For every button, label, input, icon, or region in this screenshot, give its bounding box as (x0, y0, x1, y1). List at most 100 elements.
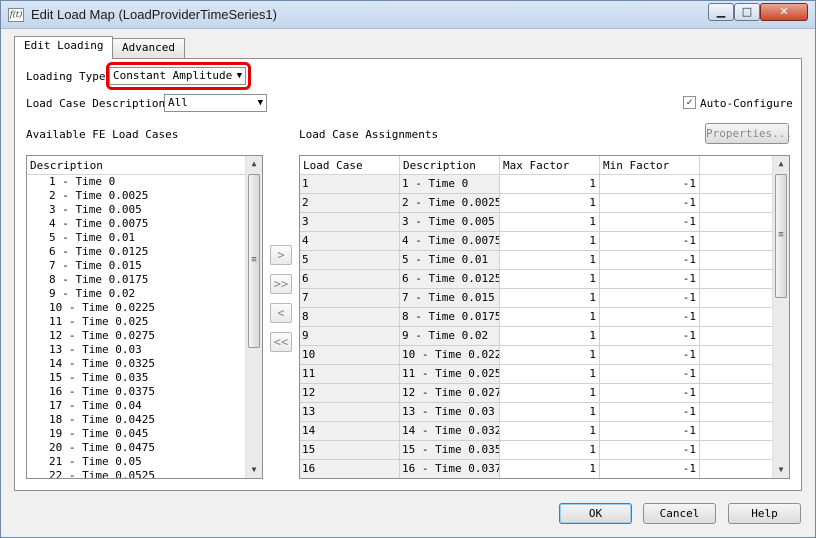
column-header-load-case[interactable]: Load Case (300, 156, 400, 175)
scroll-thumb[interactable]: ≡ (775, 174, 787, 298)
minimize-button[interactable]: ▁ (708, 3, 734, 21)
ok-button[interactable]: OK (559, 503, 632, 524)
remove-all-button[interactable]: << (270, 332, 292, 352)
table-row[interactable]: 10 10 - Time 0.0225 1 -1 (300, 346, 773, 365)
title-bar[interactable]: f(t) Edit Load Map (LoadProviderTimeSeri… (1, 1, 815, 29)
available-load-cases-list[interactable]: Description 1 - Time 02 - Time 0.0025 3 -… (26, 155, 263, 479)
cell-min-factor[interactable]: -1 (600, 403, 700, 422)
table-row[interactable]: 55 - Time 0.01 1 -1 (300, 251, 773, 270)
column-header-max-factor[interactable]: Max Factor (500, 156, 600, 175)
table-row[interactable]: 44 - Time 0.0075 1 -1 (300, 232, 773, 251)
cell-min-factor[interactable]: -1 (600, 308, 700, 327)
cell-min-factor[interactable]: -1 (600, 194, 700, 213)
scroll-up-icon[interactable]: ▲ (773, 156, 789, 172)
cell-min-factor[interactable]: -1 (600, 327, 700, 346)
load-case-assignments-grid[interactable]: Load Case Description Max Factor Min Fac… (299, 155, 790, 479)
column-header-description[interactable]: Description (400, 156, 500, 175)
list-item[interactable]: 7 - Time 0.015 (27, 259, 246, 273)
cell-max-factor[interactable]: 1 (500, 327, 600, 346)
list-item[interactable]: 21 - Time 0.05 (27, 455, 246, 469)
cell-max-factor[interactable]: 1 (500, 251, 600, 270)
available-list-scrollbar[interactable]: ▲ ≡ ▼ (245, 156, 262, 478)
cell-min-factor[interactable]: -1 (600, 232, 700, 251)
add-all-button[interactable]: >> (270, 274, 292, 294)
scroll-up-icon[interactable]: ▲ (246, 156, 262, 172)
cell-min-factor[interactable]: -1 (600, 213, 700, 232)
list-item[interactable]: 10 - Time 0.0225 (27, 301, 246, 315)
table-row[interactable]: 14 14 - Time 0.0325 1 -1 (300, 422, 773, 441)
table-row[interactable]: 11 - Time 0 1 -1 (300, 175, 773, 194)
list-item[interactable]: 4 - Time 0.0075 (27, 217, 246, 231)
list-header-description[interactable]: Description (27, 156, 246, 175)
auto-configure-checkbox[interactable]: ✓ (683, 96, 696, 109)
cell-min-factor[interactable]: -1 (600, 365, 700, 384)
tab-advanced[interactable]: Advanced (112, 38, 185, 58)
cell-max-factor[interactable]: 1 (500, 403, 600, 422)
cell-max-factor[interactable]: 1 (500, 346, 600, 365)
table-row[interactable]: 99 - Time 0.02 1 -1 (300, 327, 773, 346)
cell-max-factor[interactable]: 1 (500, 308, 600, 327)
cell-max-factor[interactable]: 1 (500, 441, 600, 460)
remove-selected-button[interactable]: < (270, 303, 292, 323)
cell-min-factor[interactable]: -1 (600, 175, 700, 194)
cell-max-factor[interactable]: 1 (500, 194, 600, 213)
list-item[interactable]: 1 - Time 0 (27, 175, 246, 189)
scroll-down-icon[interactable]: ▼ (773, 462, 789, 478)
list-item[interactable]: 20 - Time 0.0475 (27, 441, 246, 455)
table-row[interactable]: 22 - Time 0.0025 1 -1 (300, 194, 773, 213)
scroll-down-icon[interactable]: ▼ (246, 462, 262, 478)
cell-max-factor[interactable]: 1 (500, 365, 600, 384)
cell-max-factor[interactable]: 1 (500, 213, 600, 232)
help-button[interactable]: Help (728, 503, 801, 524)
tab-edit-loading[interactable]: Edit Loading (14, 36, 114, 59)
cell-max-factor[interactable]: 1 (500, 422, 600, 441)
table-row[interactable]: 66 - Time 0.0125 1 -1 (300, 270, 773, 289)
list-item[interactable]: 9 - Time 0.02 (27, 287, 246, 301)
cancel-button[interactable]: Cancel (643, 503, 716, 524)
cell-max-factor[interactable]: 1 (500, 460, 600, 478)
list-item[interactable]: 22 - Time 0.0525 (27, 469, 246, 478)
cell-min-factor[interactable]: -1 (600, 384, 700, 403)
cell-max-factor[interactable]: 1 (500, 270, 600, 289)
properties-button[interactable]: Properties... (705, 123, 792, 144)
cell-min-factor[interactable]: -1 (600, 289, 700, 308)
list-item[interactable]: 6 - Time 0.0125 (27, 245, 246, 259)
list-item[interactable]: 13 - Time 0.03 (27, 343, 246, 357)
close-button[interactable]: ✕ (760, 3, 808, 21)
table-row[interactable]: 77 - Time 0.015 1 -1 (300, 289, 773, 308)
cell-min-factor[interactable]: -1 (600, 251, 700, 270)
table-row[interactable]: 15 15 - Time 0.035 1 -1 (300, 441, 773, 460)
cell-max-factor[interactable]: 1 (500, 289, 600, 308)
list-item[interactable]: 19 - Time 0.045 (27, 427, 246, 441)
table-row[interactable]: 88 - Time 0.0175 1 -1 (300, 308, 773, 327)
cell-max-factor[interactable]: 1 (500, 384, 600, 403)
cell-max-factor[interactable]: 1 (500, 232, 600, 251)
load-case-descriptions-select[interactable]: All ▼ (164, 94, 267, 112)
table-row[interactable]: 13 13 - Time 0.03 1 -1 (300, 403, 773, 422)
list-item[interactable]: 12 - Time 0.0275 (27, 329, 246, 343)
list-item[interactable]: 14 - Time 0.0325 (27, 357, 246, 371)
list-item[interactable]: 5 - Time 0.01 (27, 231, 246, 245)
list-item[interactable]: 15 - Time 0.035 (27, 371, 246, 385)
list-item[interactable]: 17 - Time 0.04 (27, 399, 246, 413)
column-header-min-factor[interactable]: Min Factor (600, 156, 700, 175)
add-selected-button[interactable]: > (270, 245, 292, 265)
cell-min-factor[interactable]: -1 (600, 270, 700, 289)
list-item[interactable]: 16 - Time 0.0375 (27, 385, 246, 399)
table-row[interactable]: 16 16 - Time 0.0375 1 -1 (300, 460, 773, 478)
cell-min-factor[interactable]: -1 (600, 460, 700, 478)
table-row[interactable]: 33 - Time 0.005 1 -1 (300, 213, 773, 232)
scroll-thumb[interactable]: ≡ (248, 174, 260, 348)
table-row[interactable]: 12 12 - Time 0.0275 1 -1 (300, 384, 773, 403)
grid-scrollbar[interactable]: ▲ ≡ ▼ (772, 156, 789, 478)
maximize-button[interactable]: □ (734, 3, 760, 21)
cell-max-factor[interactable]: 1 (500, 175, 600, 194)
list-item[interactable]: 8 - Time 0.0175 (27, 273, 246, 287)
table-row[interactable]: 11 11 - Time 0.025 1 -1 (300, 365, 773, 384)
cell-min-factor[interactable]: -1 (600, 422, 700, 441)
list-item[interactable]: 18 - Time 0.0425 (27, 413, 246, 427)
cell-min-factor[interactable]: -1 (600, 346, 700, 365)
list-item[interactable]: 3 - Time 0.005 (27, 203, 246, 217)
list-item[interactable]: 2 - Time 0.0025 (27, 189, 246, 203)
cell-min-factor[interactable]: -1 (600, 441, 700, 460)
